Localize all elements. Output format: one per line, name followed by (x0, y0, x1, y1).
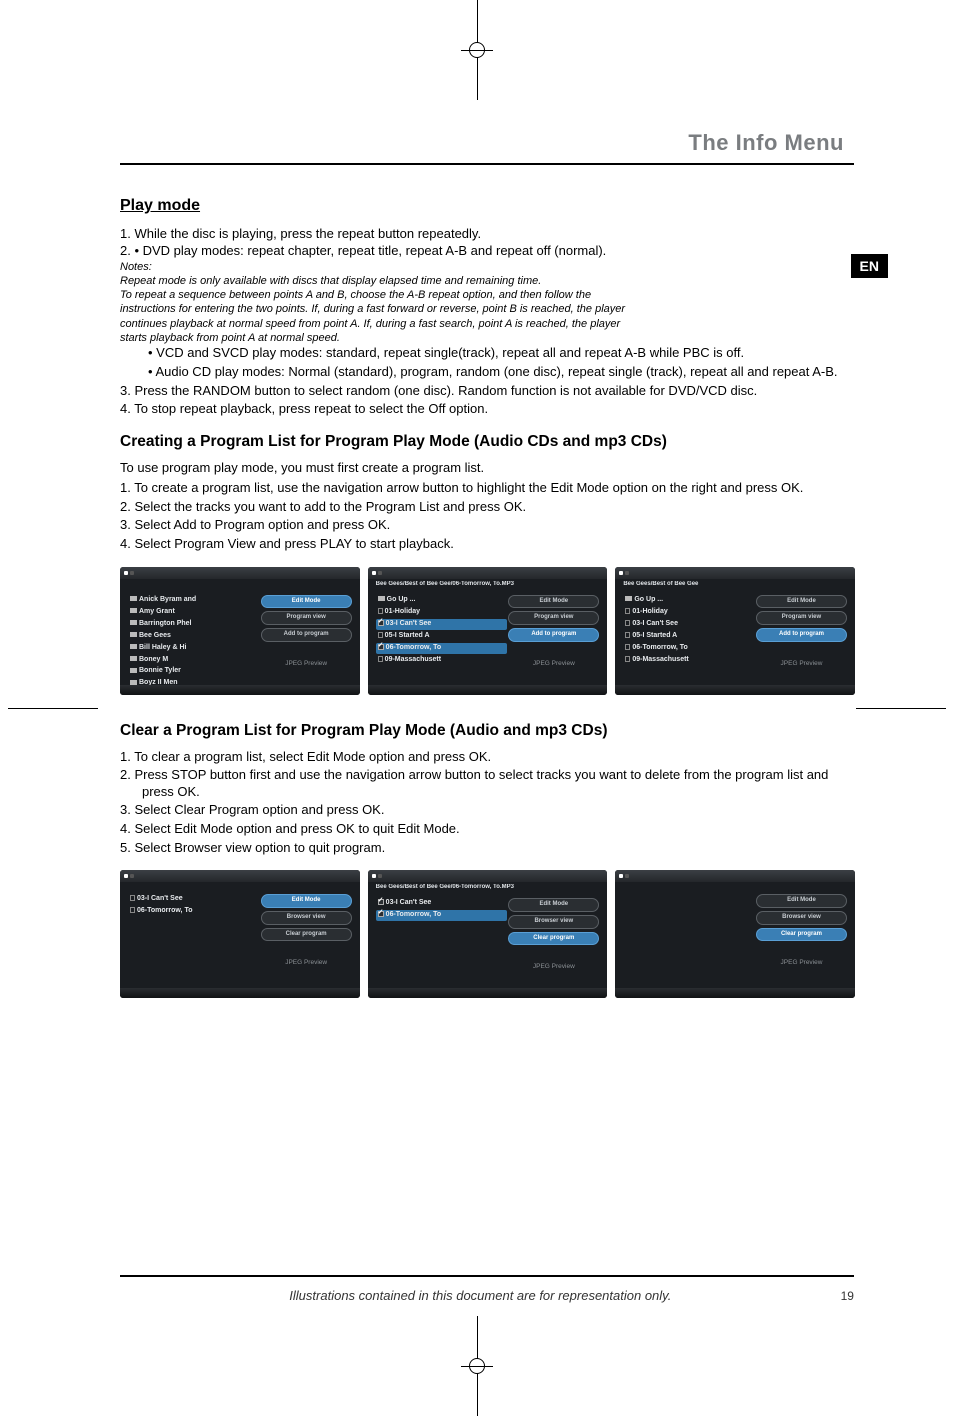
screenshot-create-3: Bee Gees/Best of Bee Gee Go Up ... 01-Ho… (615, 567, 855, 695)
create-step-2: 2. Select the tracks you want to add to … (120, 499, 855, 516)
list-item: 01-Holiday (376, 607, 508, 618)
browser-view-button: Browser view (756, 911, 847, 925)
page-number: 19 (841, 1289, 854, 1303)
breadcrumb: Bee Gees/Best of Bee Gee/06-Tomorrow, To… (376, 884, 600, 892)
screenshot-create-1: Anick Byram and Amy Grant Barrington Phe… (120, 567, 360, 695)
list-item: Anick Byram and (128, 595, 260, 606)
jpeg-preview-label: JPEG Preview (508, 660, 599, 668)
list-item: Go Up ... (376, 595, 508, 606)
language-badge: EN (851, 254, 888, 278)
create-step-3: 3. Select Add to Program option and pres… (120, 517, 855, 534)
jpeg-preview-label: JPEG Preview (756, 959, 847, 967)
bullet-audio-cd: • Audio CD play modes: Normal (standard)… (148, 364, 855, 381)
clear-step-1: 1. To clear a program list, select Edit … (120, 749, 855, 766)
add-to-program-button: Add to program (261, 628, 352, 642)
bullet-vcd-svcd: • VCD and SVCD play modes: standard, rep… (148, 345, 855, 362)
breadcrumb: Bee Gees/Best of Bee Gee (623, 581, 847, 589)
clear-program-button: Clear program (756, 928, 847, 942)
clear-step-3: 3. Select Clear Program option and press… (120, 802, 855, 819)
section-clear-program-title: Clear a Program List for Program Play Mo… (120, 721, 855, 741)
edit-mode-button: Edit Mode (261, 894, 352, 908)
edit-mode-button: Edit Mode (261, 595, 352, 609)
notes-label: Notes: (120, 260, 855, 274)
clear-step-4: 4. Select Edit Mode option and press OK … (120, 821, 855, 838)
list-item: 09-Massachusett (376, 655, 508, 666)
list-item: 03-I Can't See (623, 619, 755, 630)
screenshot-clear-2: Bee Gees/Best of Bee Gee/06-Tomorrow, To… (368, 870, 608, 998)
screenshot-clear-1: 03-I Can't See 06-Tomorrow, To Edit Mode… (120, 870, 360, 998)
step-2: 2. • DVD play modes: repeat chapter, rep… (120, 243, 855, 260)
list-item: 03-I Can't See (376, 898, 508, 909)
list-item: Bonnie Tyler (128, 666, 260, 677)
create-intro: To use program play mode, you must first… (120, 460, 855, 477)
add-to-program-button: Add to program (508, 628, 599, 642)
clear-program-button: Clear program (261, 928, 352, 942)
crop-mark-right (856, 693, 946, 723)
notes-line-1: Repeat mode is only available with discs… (120, 274, 855, 288)
list-item: 03-I Can't See (376, 619, 508, 630)
list-item: Barrington Phel (128, 619, 260, 630)
edit-mode-button: Edit Mode (756, 894, 847, 908)
notes-line-4: continues playback at normal speed from … (120, 317, 855, 331)
screenshot-row-create: Anick Byram and Amy Grant Barrington Phe… (120, 567, 855, 695)
create-step-4: 4. Select Program View and press PLAY to… (120, 536, 855, 553)
list-item: 05-I Started A (376, 631, 508, 642)
clear-step-2: 2. Press STOP button first and use the n… (120, 767, 855, 800)
list-item: Bill Haley & Hi (128, 643, 260, 654)
list-item: Amy Grant (128, 607, 260, 618)
page-footer: Illustrations contained in this document… (120, 1288, 854, 1303)
clear-program-button: Clear program (508, 932, 599, 946)
notes-line-2: To repeat a sequence between points A an… (120, 288, 855, 302)
list-item: 06-Tomorrow, To (376, 643, 508, 654)
program-view-button: Program view (261, 611, 352, 625)
list-item: 06-Tomorrow, To (128, 906, 260, 917)
footer-text: Illustrations contained in this document… (289, 1288, 671, 1303)
list-item: 09-Massachusett (623, 655, 755, 666)
screenshot-create-2: Bee Gees/Best of Bee Gee/06-Tomorrow, To… (368, 567, 608, 695)
list-item: 05-I Started A (623, 631, 755, 642)
page-content: Play mode 1. While the disc is playing, … (120, 196, 855, 998)
jpeg-preview-label: JPEG Preview (261, 660, 352, 668)
screenshot-clear-3: Edit Mode Browser view Clear program JPE… (615, 870, 855, 998)
create-step-1: 1. To create a program list, use the nav… (120, 480, 855, 497)
browser-view-button: Browser view (508, 915, 599, 929)
step-3: 3. Press the RANDOM button to select ran… (120, 383, 855, 400)
notes-line-5: starts playback from point A at normal s… (120, 331, 855, 345)
list-item: 06-Tomorrow, To (376, 910, 508, 921)
list-item: Boney M (128, 655, 260, 666)
section-create-program-title: Creating a Program List for Program Play… (120, 432, 855, 452)
section-play-mode-title: Play mode (120, 196, 855, 216)
list-item: 01-Holiday (623, 607, 755, 618)
clear-step-5: 5. Select Browser view option to quit pr… (120, 840, 855, 857)
add-to-program-button: Add to program (756, 628, 847, 642)
screenshot-row-clear: 03-I Can't See 06-Tomorrow, To Edit Mode… (120, 870, 855, 998)
notes-line-3: instructions for entering the two points… (120, 302, 855, 316)
list-item: 06-Tomorrow, To (623, 643, 755, 654)
step-4: 4. To stop repeat playback, press repeat… (120, 401, 855, 418)
header-rule (120, 163, 854, 165)
chapter-title: The Info Menu (688, 130, 844, 156)
list-item: 03-I Can't See (128, 894, 260, 905)
edit-mode-button: Edit Mode (756, 595, 847, 609)
breadcrumb: Bee Gees/Best of Bee Gee/06-Tomorrow, To… (376, 581, 600, 589)
list-item: Go Up ... (623, 595, 755, 606)
list-item: Bee Gees (128, 631, 260, 642)
crop-mark-bottom (461, 1316, 493, 1416)
footer-rule (120, 1275, 854, 1277)
crop-mark-left (8, 693, 98, 723)
program-view-button: Program view (756, 611, 847, 625)
step-1: 1. While the disc is playing, press the … (120, 226, 855, 243)
jpeg-preview-label: JPEG Preview (261, 959, 352, 967)
edit-mode-button: Edit Mode (508, 898, 599, 912)
jpeg-preview-label: JPEG Preview (508, 963, 599, 971)
crop-mark-top (461, 0, 493, 100)
edit-mode-button: Edit Mode (508, 595, 599, 609)
jpeg-preview-label: JPEG Preview (756, 660, 847, 668)
browser-view-button: Browser view (261, 911, 352, 925)
program-view-button: Program view (508, 611, 599, 625)
